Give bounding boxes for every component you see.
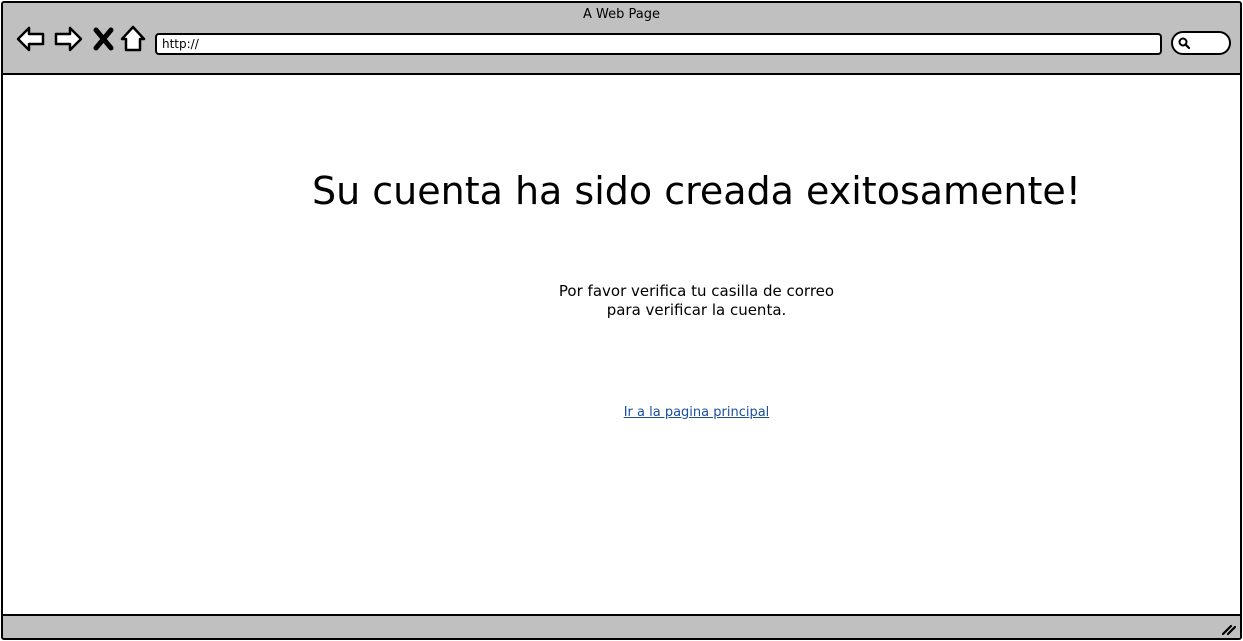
window-title: A Web Page [583,7,660,22]
home-link-container: Ir a la pagina principal [3,405,1240,420]
page-content: Su cuenta ha sido creada exitosamente! P… [3,75,1240,614]
back-arrow-icon[interactable] [15,23,47,55]
search-input[interactable] [1171,31,1231,55]
message-line-2: para verificar la cuenta. [606,301,787,319]
resize-grip-icon[interactable] [1220,620,1236,636]
message-line-1: Por favor verifica tu casilla de correo [558,282,835,300]
home-icon[interactable] [117,23,149,55]
forward-arrow-icon[interactable] [52,23,84,55]
address-bar[interactable]: http:// [155,33,1162,55]
page-title: Su cuenta ha sido creada exitosamente! [311,169,1082,213]
search-icon [1177,36,1191,50]
home-page-link[interactable]: Ir a la pagina principal [624,405,770,420]
verification-message: Por favor verifica tu casilla de correo … [3,282,1240,320]
status-bar [3,614,1240,638]
browser-window: A Web Page http:// Su cuenta ha sido cre… [1,1,1242,640]
browser-toolbar: A Web Page http:// [3,3,1240,75]
